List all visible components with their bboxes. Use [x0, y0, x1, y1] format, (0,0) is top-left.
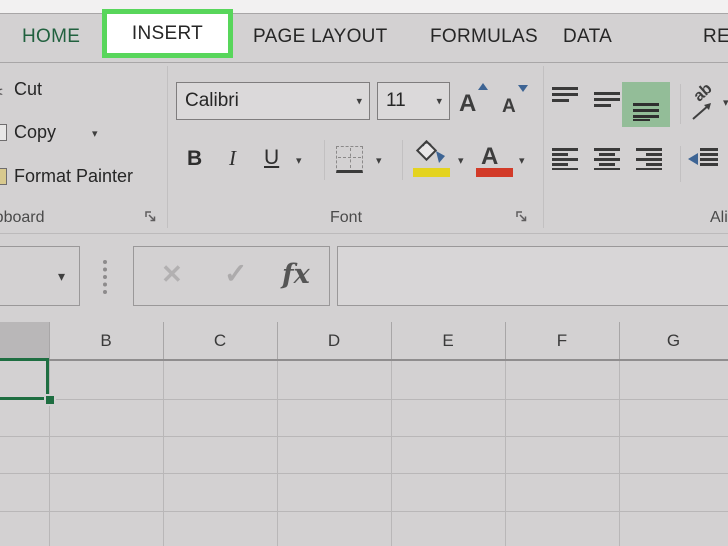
gridline [49, 361, 50, 546]
column-header-f[interactable]: F [505, 322, 619, 359]
column-header-c[interactable]: C [163, 322, 277, 359]
tab-home[interactable]: HOME [22, 26, 80, 48]
header-divider [277, 322, 278, 359]
column-header-b[interactable]: B [49, 322, 163, 359]
small-separator [402, 140, 403, 180]
middle-align-button[interactable] [594, 90, 620, 110]
name-box[interactable]: ▾ [0, 246, 80, 306]
gridline [163, 361, 164, 546]
small-separator [324, 140, 325, 180]
group-separator [543, 66, 544, 228]
gridline [505, 361, 506, 546]
alignment-group-label: Alignment [710, 209, 728, 227]
bottom-align-button[interactable] [622, 82, 670, 127]
top-align-button[interactable] [552, 87, 578, 107]
column-header-g[interactable]: G [619, 322, 728, 359]
italic-button[interactable]: I [229, 148, 236, 169]
formula-buttons-box: ✕ ✓ fx [133, 246, 330, 306]
font-size-value: 11 [386, 90, 406, 112]
cancel-icon[interactable]: ✕ [161, 261, 183, 287]
font-size-dropdown-icon[interactable]: ▾ [436, 95, 442, 108]
format-painter-button[interactable]: Format Painter [14, 165, 133, 187]
gridline [0, 473, 728, 474]
align-right-button[interactable] [636, 148, 662, 170]
gridline [619, 361, 620, 546]
header-divider [619, 322, 620, 359]
scissors-icon: ✂ [0, 80, 4, 105]
font-name-dropdown-icon[interactable]: ▾ [356, 95, 362, 108]
column-header-e[interactable]: E [391, 322, 505, 359]
fill-color-dropdown-icon[interactable]: ▾ [458, 156, 464, 167]
tab-insert[interactable]: INSERT [132, 23, 203, 45]
header-divider [163, 322, 164, 359]
ribbon-bottom-border [0, 233, 728, 234]
small-separator [680, 84, 681, 124]
enter-icon[interactable]: ✓ [224, 260, 247, 288]
bottom-align-icon [633, 101, 659, 121]
bold-button[interactable]: B [187, 148, 202, 169]
orientation-arrow-icon [690, 98, 716, 122]
tab-review[interactable]: REVIEW [703, 26, 728, 48]
center-align-button[interactable] [594, 148, 620, 170]
gridline [0, 436, 728, 437]
copy-button[interactable]: Copy [14, 121, 56, 143]
font-color-button[interactable]: A [481, 145, 498, 169]
column-header-a-selected[interactable] [0, 322, 49, 359]
group-separator [167, 66, 168, 228]
header-divider [49, 322, 50, 359]
font-group-label: Font [330, 209, 362, 227]
font-size-combo[interactable]: 11 ▾ [377, 82, 450, 120]
gridline [277, 361, 278, 546]
insert-function-icon[interactable]: fx [282, 259, 310, 290]
format-painter-icon [0, 168, 7, 185]
small-separator [680, 146, 681, 182]
header-divider [505, 322, 506, 359]
grow-font-button[interactable]: A [459, 92, 476, 116]
fill-color-bucket-icon[interactable] [410, 140, 450, 167]
selected-cell-border[interactable] [0, 358, 49, 400]
column-header-d[interactable]: D [277, 322, 391, 359]
font-color-swatch[interactable] [476, 168, 513, 177]
formula-bar-grip[interactable] [103, 260, 107, 294]
borders-dropdown-icon[interactable]: ▾ [376, 156, 382, 167]
decrease-indent-button[interactable] [688, 148, 718, 170]
font-color-dropdown-icon[interactable]: ▾ [519, 156, 525, 167]
gridline [391, 361, 392, 546]
underline-button[interactable]: U [264, 147, 279, 168]
gridline [0, 511, 728, 512]
grow-font-arrow-icon [478, 83, 488, 90]
formula-bar-input[interactable] [337, 246, 728, 306]
name-box-dropdown-icon[interactable]: ▾ [58, 269, 65, 283]
shrink-font-arrow-icon [518, 85, 528, 92]
tab-formulas[interactable]: FORMULAS [430, 26, 538, 48]
borders-button[interactable] [336, 146, 363, 173]
fill-color-swatch[interactable] [413, 168, 450, 177]
font-dialog-launcher-icon[interactable] [515, 210, 528, 223]
insert-tab-highlight[interactable]: INSERT [102, 9, 233, 58]
clipboard-group-label: Clipboard [0, 209, 44, 227]
font-name-value: Calibri [185, 90, 239, 112]
tab-data[interactable]: DATA [563, 26, 612, 48]
copy-icon [0, 124, 7, 141]
fill-handle[interactable] [44, 394, 56, 406]
copy-dropdown-icon[interactable]: ▾ [92, 129, 98, 140]
tab-page-layout[interactable]: PAGE LAYOUT [253, 26, 388, 48]
underline-dropdown-icon[interactable]: ▾ [296, 156, 302, 167]
excel-window: HOME INSERT PAGE LAYOUT FORMULAS DATA RE… [0, 0, 728, 546]
gridline [0, 399, 728, 400]
orientation-dropdown-icon[interactable]: ▾ [723, 98, 728, 109]
clipboard-dialog-launcher-icon[interactable] [144, 210, 157, 223]
align-left-button[interactable] [552, 148, 578, 170]
tab-row-divider [0, 62, 728, 63]
font-name-combo[interactable]: Calibri ▾ [176, 82, 370, 120]
orientation-button[interactable]: ab [688, 84, 724, 124]
header-divider [391, 322, 392, 359]
cut-button[interactable]: Cut [14, 78, 42, 100]
shrink-font-button[interactable]: A [502, 97, 516, 116]
